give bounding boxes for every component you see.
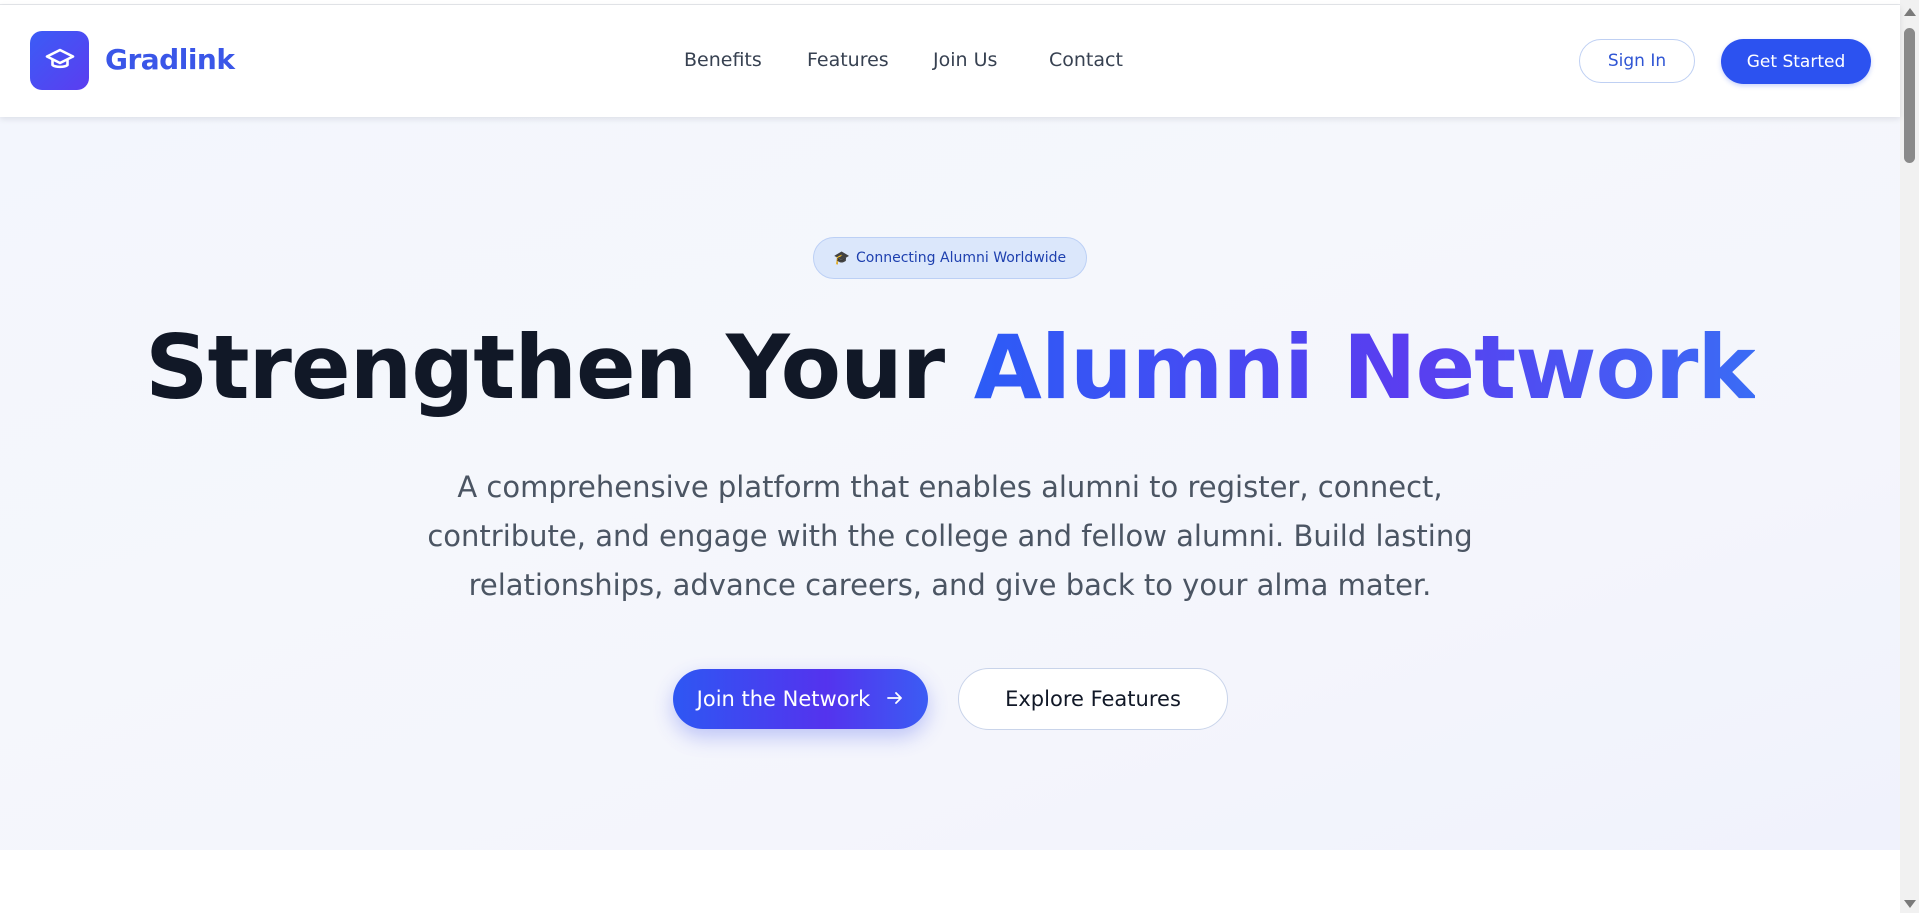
scrollbar-thumb[interactable] bbox=[1904, 28, 1915, 163]
explore-features-button[interactable]: Explore Features bbox=[958, 668, 1228, 730]
get-started-button[interactable]: Get Started bbox=[1721, 39, 1871, 84]
scroll-up-arrow-icon[interactable] bbox=[1904, 8, 1916, 16]
headline-accent: Alumni Network bbox=[973, 316, 1756, 419]
hero-badge-text: Connecting Alumni Worldwide bbox=[856, 250, 1067, 266]
nav-link-contact[interactable]: Contact bbox=[1049, 49, 1123, 71]
hero-badge: 🎓 Connecting Alumni Worldwide bbox=[813, 237, 1087, 279]
join-network-button[interactable]: Join the Network bbox=[673, 669, 928, 729]
arrow-right-icon bbox=[886, 687, 904, 711]
nav-link-join-us[interactable]: Join Us bbox=[933, 49, 997, 71]
hero-headline: Strengthen Your Alumni Network bbox=[0, 318, 1900, 418]
sign-in-button[interactable]: Sign In bbox=[1579, 39, 1695, 83]
graduation-cap-emoji-icon: 🎓 bbox=[833, 250, 851, 266]
hero-description: A comprehensive platform that enables al… bbox=[427, 470, 1473, 602]
nav-link-benefits[interactable]: Benefits bbox=[684, 49, 762, 71]
nav-link-features[interactable]: Features bbox=[807, 49, 889, 71]
join-network-label: Join the Network bbox=[696, 687, 871, 711]
top-navbar: Gradlink Benefits Features Join Us Conta… bbox=[0, 5, 1900, 117]
next-section bbox=[0, 850, 1900, 913]
scroll-down-arrow-icon[interactable] bbox=[1904, 900, 1916, 908]
page-scrollbar[interactable] bbox=[1900, 0, 1919, 913]
headline-plain: Strengthen Your bbox=[145, 316, 974, 419]
